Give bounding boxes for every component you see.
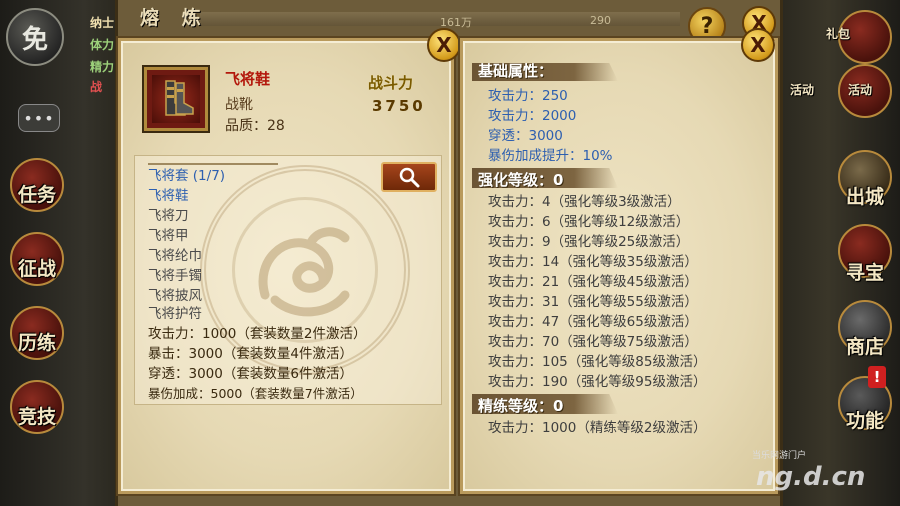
close-item-panel-button[interactable]: X [427,28,461,62]
refine-header: 精练等级：0 [478,397,564,415]
set-bonus-3: 穿透：3000（套装数量6件激活） [148,366,353,382]
item-type: 战靴 [225,97,253,113]
enhance-line-5: 攻击力：21（强化等级45级激活） [488,274,698,290]
set-piece-5: 飞将手镯 [148,268,202,284]
resource-value-2: 290 [590,14,611,27]
functions-button[interactable]: 功能 [846,406,884,433]
training-button[interactable]: 历练 [18,328,56,355]
enhance-line-1: 攻击力：4（强化等级3级激活） [488,194,681,210]
task-button[interactable]: 任务 [18,180,56,207]
set-piece-7: 飞将护符 [148,306,202,322]
top-left-label-4: 战 [90,80,103,94]
set-bonus-4: 暴伤加成：5000（套装数量7件激活） [148,386,363,401]
top-left-label-3: 精力 [90,60,115,74]
base-attr-2: 攻击力：2000 [488,108,577,124]
event-label-1[interactable]: 活动 [790,84,814,97]
item-name: 飞将鞋 [225,70,271,88]
set-piece-2: 飞将刀 [148,208,189,224]
enhance-line-10: 攻击力：190（强化等级95级激活） [488,374,707,390]
enhance-line-6: 攻击力：31（强化等级55级激活） [488,294,698,310]
gift-pack-label[interactable]: 礼包 [826,28,850,41]
treasure-button[interactable]: 寻宝 [846,258,884,285]
search-icon [399,167,420,188]
enhance-line-4: 攻击力：14（强化等级35级激活） [488,254,698,270]
enhance-line-2: 攻击力：6（强化等级12级激活） [488,214,690,230]
set-title-divider [148,163,278,165]
leave-city-button[interactable]: 出城 [846,182,884,209]
top-left-label-1: 纳士 [90,16,115,30]
base-attr-3: 穿透：3000 [488,128,563,144]
shop-button[interactable]: 商店 [846,332,884,359]
item-slot[interactable] [144,67,208,131]
boots-icon [152,75,200,123]
enhance-line-8: 攻击力：70（强化等级75级激活） [488,334,698,350]
alert-badge: ! [868,366,886,388]
item-quality: 品质：28 [225,118,285,134]
combat-power-label: 战斗力 [368,74,414,92]
set-title: 飞将套 (1/7) [148,168,226,184]
set-bonus-1: 攻击力：1000（套装数量2件激活） [148,326,367,342]
enhance-line-3: 攻击力：9（强化等级25级激活） [488,234,690,250]
enhance-line-9: 攻击力：105（强化等级85级激活） [488,354,707,370]
enhance-header: 强化等级：0 [478,171,564,189]
base-attributes-header: 基础属性： [478,62,554,80]
refine-line-1: 攻击力：1000（精练等级2级激活） [488,420,707,436]
set-bonus-2: 暴击：3000（套装数量4件激活） [148,346,353,362]
watermark-logo: ng.d.cn [756,462,866,492]
set-piece-1: 飞将鞋 [148,188,189,204]
combat-power-value: 3750 [372,97,426,115]
dragon-seal-inner [232,197,378,343]
watermark-text: 当乐网游门户 [752,451,807,461]
dialog-title: 熔 炼 [140,7,209,29]
set-piece-3: 飞将甲 [148,228,189,244]
campaign-button[interactable]: 征战 [18,254,56,281]
enhance-line-7: 攻击力：47（强化等级65级激活） [488,314,698,330]
base-attr-1: 攻击力：250 [488,88,568,104]
inspect-set-button[interactable] [381,162,437,192]
close-attribute-panel-button[interactable]: X [741,28,775,62]
vip-badge[interactable]: 免 [6,8,64,66]
set-piece-4: 飞将纶巾 [148,248,202,264]
event-label-2[interactable]: 活动 [848,84,872,97]
arena-button[interactable]: 竞技 [18,402,56,429]
top-left-label-2: 体力 [90,38,115,52]
chat-button[interactable]: ••• [18,104,60,132]
set-piece-6: 飞将披风 [148,288,202,304]
base-attr-4: 暴伤加成提升：10% [488,148,613,164]
